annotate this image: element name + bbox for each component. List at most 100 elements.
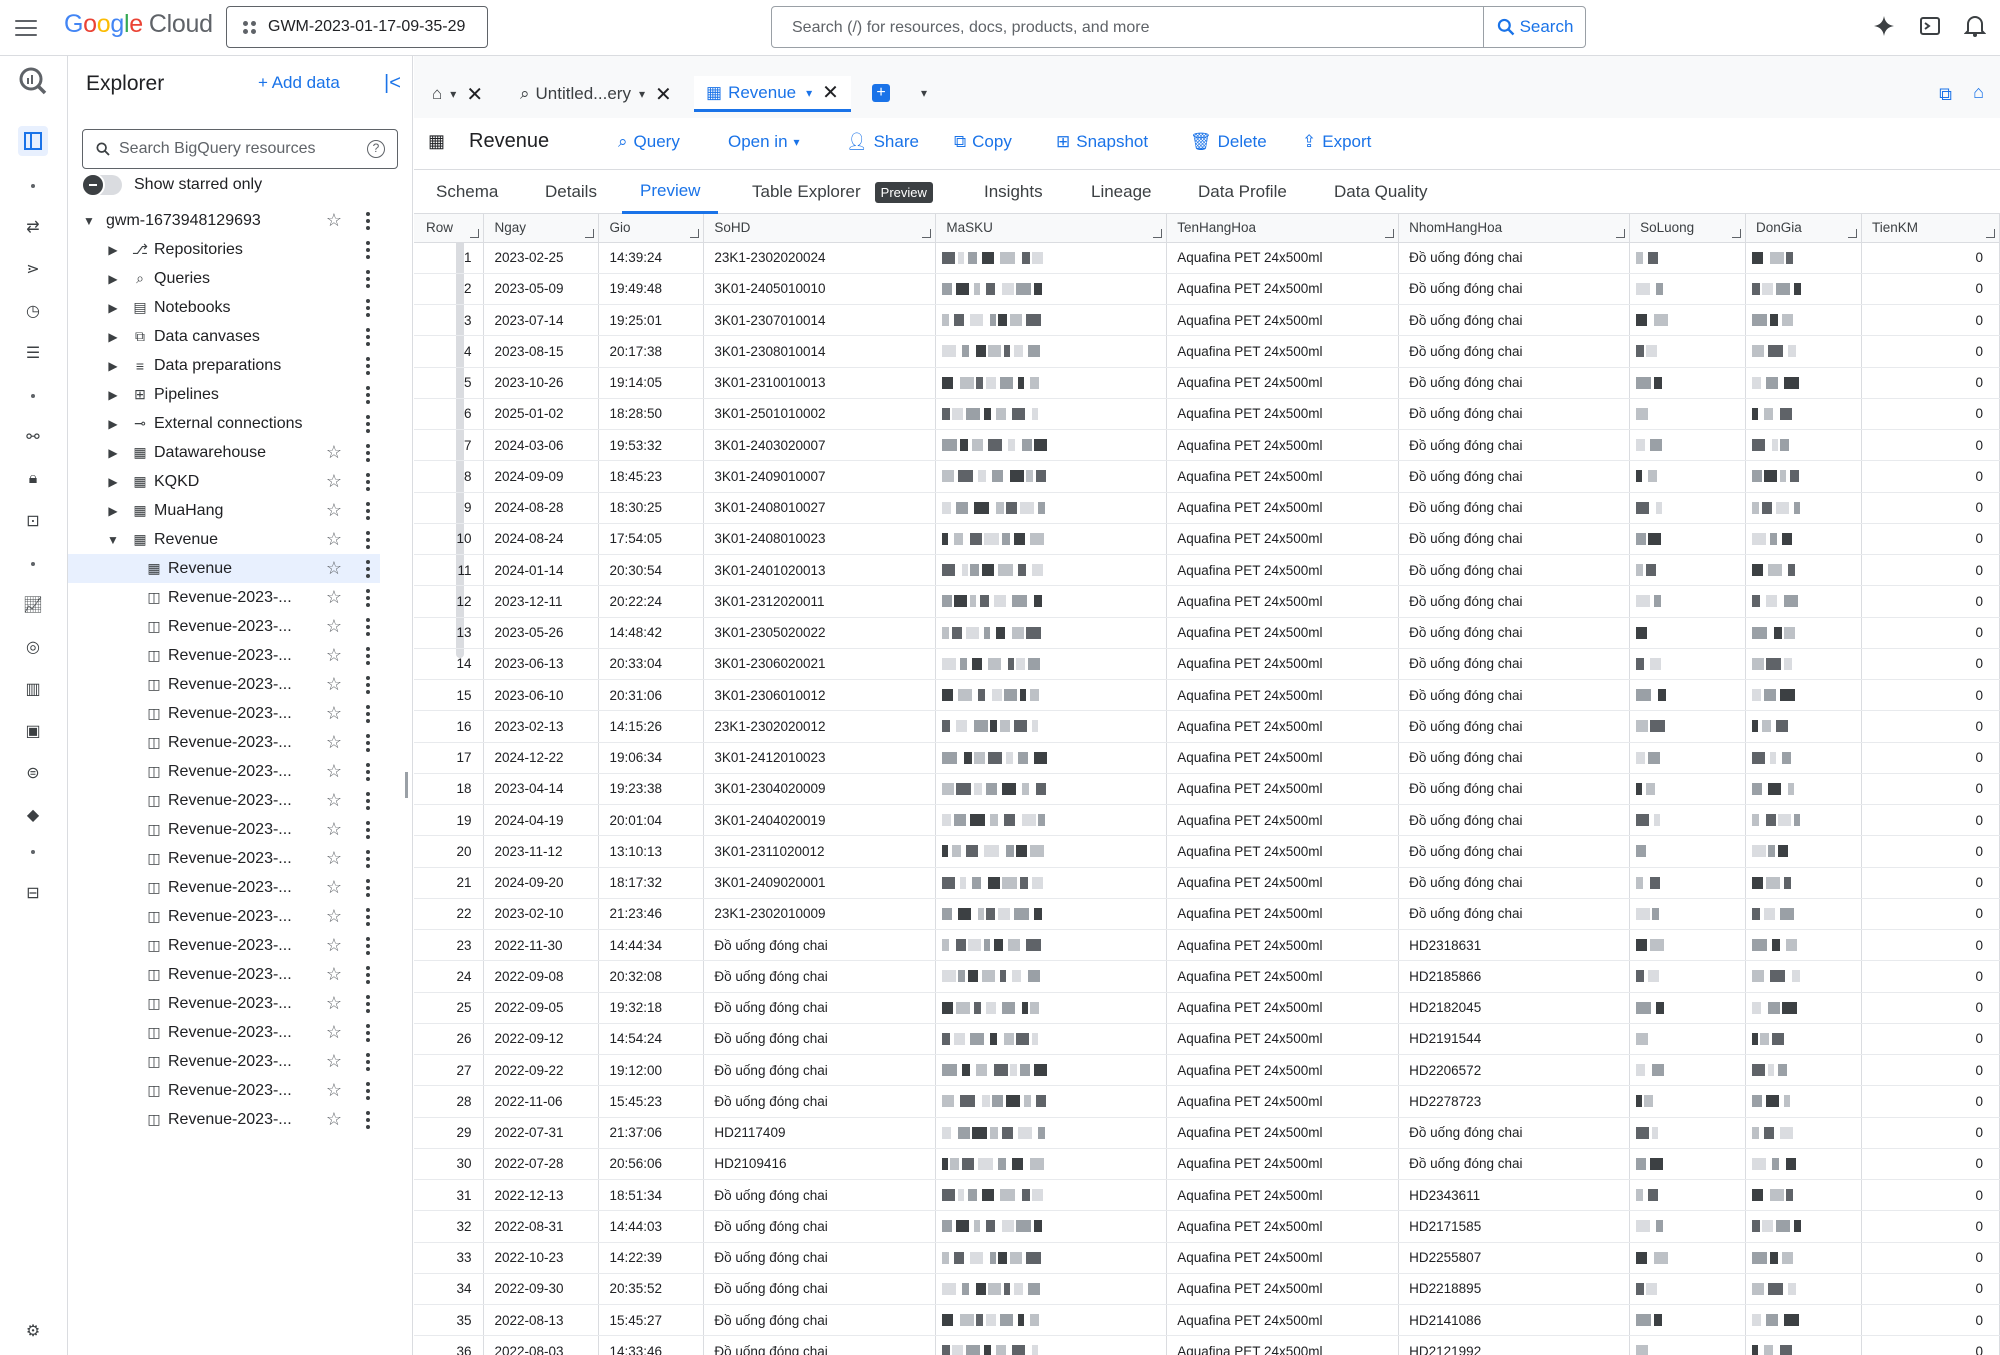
more-actions-icon[interactable] — [366, 878, 370, 897]
column-header[interactable]: SoHD — [703, 214, 937, 243]
tab-untitled-query[interactable]: ⌕ Untitled...ery ▾ ✕ — [520, 76, 672, 112]
delete-button[interactable]: 🗑︎ Delete — [1190, 132, 1267, 152]
tab-table-explorer[interactable]: Table Explorer Preview — [752, 170, 933, 214]
star-icon[interactable]: ☆ — [326, 1022, 342, 1043]
table-row[interactable]: 8 2024-09-09 18:45:23 3K01-2409010007 Aquafi… — [414, 460, 2000, 493]
tree-item[interactable]: ◫ Revenue-2023-... ☆ — [68, 931, 380, 960]
tab-preview[interactable]: Preview — [622, 170, 719, 214]
lock-icon[interactable]: 🔒︎ — [18, 464, 48, 494]
table-row[interactable]: 34 2022-09-30 20:35:52 Đồ uống đóng chai Aqu… — [414, 1273, 2000, 1306]
tree-item[interactable]: ▶ ⊞ Pipelines — [68, 380, 380, 409]
dashboard-icon[interactable]: ▥ — [18, 674, 48, 704]
tab-details[interactable]: Details — [545, 170, 597, 214]
gemini-sparkle-icon[interactable] — [1872, 14, 1896, 38]
star-icon[interactable]: ☆ — [326, 674, 342, 695]
more-actions-icon[interactable] — [366, 994, 370, 1013]
global-search[interactable]: Search (/) for resources, docs, products… — [771, 6, 1586, 48]
more-actions-icon[interactable] — [366, 530, 370, 549]
caret-down-icon[interactable]: ▼ — [82, 214, 96, 228]
list-icon[interactable]: ☰ — [18, 338, 48, 368]
close-icon[interactable]: ✕ — [655, 82, 672, 107]
column-header[interactable]: SoLuong — [1629, 214, 1747, 243]
caret-right-icon[interactable]: ▶ — [106, 475, 120, 489]
table-row[interactable]: 24 2022-09-08 20:32:08 Đồ uống đóng chai Aqu… — [414, 960, 2000, 993]
close-icon[interactable]: ✕ — [466, 82, 483, 107]
more-actions-icon[interactable] — [366, 936, 370, 955]
add-data-button[interactable]: + Add data — [258, 73, 340, 93]
tab-data-profile[interactable]: Data Profile — [1198, 170, 1287, 214]
table-row[interactable]: 23 2022-11-30 14:44:34 Đồ uống đóng chai Aqu… — [414, 929, 2000, 962]
star-icon[interactable]: ☆ — [326, 964, 342, 985]
partner-icon[interactable]: ⚯ — [18, 422, 48, 452]
tree-item[interactable]: ◫ Revenue-2023-... ☆ — [68, 1018, 380, 1047]
star-icon[interactable]: ☆ — [326, 587, 342, 608]
star-icon[interactable]: ☆ — [326, 1080, 342, 1101]
star-icon[interactable]: ☆ — [326, 761, 342, 782]
tree-item[interactable]: ▦ Revenue ☆ — [68, 554, 380, 583]
more-actions-icon[interactable] — [366, 240, 370, 259]
star-icon[interactable]: ☆ — [326, 993, 342, 1014]
query-button[interactable]: ⌕ Query — [618, 132, 680, 152]
tree-item[interactable]: ◫ Revenue-2023-... ☆ — [68, 757, 380, 786]
cloud-shell-icon[interactable] — [1918, 14, 1942, 38]
table-row[interactable]: 35 2022-08-13 15:45:27 Đồ uống đóng chai Aqu… — [414, 1304, 2000, 1337]
studio-icon[interactable] — [18, 126, 48, 156]
star-icon[interactable]: ☆ — [326, 558, 342, 579]
tree-item[interactable]: ◫ Revenue-2023-... ☆ — [68, 612, 380, 641]
scheduled-queries-icon[interactable]: ◷ — [18, 296, 48, 326]
pipelines-icon[interactable]: ⋗ — [18, 254, 48, 284]
table-row[interactable]: 20 2023-11-12 13:10:13 3K01-2311020012 Aquaf… — [414, 835, 2000, 868]
column-header[interactable]: DonGia — [1745, 214, 1862, 243]
tree-item[interactable]: ▶ ▦ KQKD ☆ — [68, 467, 380, 496]
more-actions-icon[interactable] — [366, 472, 370, 491]
column-header[interactable]: TienKM — [1861, 214, 2000, 243]
tree-item[interactable]: ▼ ▦ Revenue ☆ — [68, 525, 380, 554]
tree-item[interactable]: ◫ Revenue-2023-... ☆ — [68, 960, 380, 989]
show-starred-toggle[interactable]: Show starred only — [81, 173, 262, 197]
table-row[interactable]: 22 2023-02-10 21:23:46 23K1-2302010009 Aquaf… — [414, 898, 2000, 931]
tree-item[interactable]: ◫ Revenue-2023-... ☆ — [68, 583, 380, 612]
copy-button[interactable]: ⧉ Copy — [954, 132, 1012, 152]
tree-item[interactable]: ◫ Revenue-2023-... ☆ — [68, 815, 380, 844]
tab-home[interactable]: ⌂ ▾ ✕ — [432, 76, 483, 112]
search-button[interactable]: Search — [1483, 7, 1585, 47]
star-icon[interactable]: ☆ — [326, 935, 342, 956]
caret-right-icon[interactable]: ▶ — [106, 417, 120, 431]
table-row[interactable]: 5 2023-10-26 19:14:05 3K01-2310010013 Aquafi… — [414, 367, 2000, 399]
tree-item[interactable]: ◫ Revenue-2023-... ☆ — [68, 641, 380, 670]
caret-right-icon[interactable]: ▶ — [106, 272, 120, 286]
table-row[interactable]: 3 2023-07-14 19:25:01 3K01-2307010014 Aquafi… — [414, 304, 2000, 337]
table-row[interactable]: 28 2022-11-06 15:45:23 Đồ uống đóng chai Aqu… — [414, 1085, 2000, 1118]
star-icon[interactable]: ☆ — [326, 703, 342, 724]
tree-item[interactable]: ▶ ≡ Data preparations — [68, 351, 380, 380]
more-actions-icon[interactable] — [366, 414, 370, 433]
tree-item[interactable]: ▶ ⧉ Data canvases — [68, 322, 380, 351]
release-notes-icon[interactable]: ⊟ — [18, 878, 48, 908]
table-row[interactable]: 26 2022-09-12 14:54:24 Đồ uống đóng chai Aqu… — [414, 1023, 2000, 1056]
more-actions-icon[interactable] — [366, 356, 370, 375]
more-actions-icon[interactable] — [366, 559, 370, 578]
star-icon[interactable]: ☆ — [326, 1051, 342, 1072]
monitoring-icon[interactable]: 📈︎ — [18, 590, 48, 620]
more-actions-icon[interactable] — [366, 820, 370, 839]
tree-item[interactable]: ◫ Revenue-2023-... ☆ — [68, 1105, 380, 1134]
tab-lineage[interactable]: Lineage — [1091, 170, 1152, 214]
caret-right-icon[interactable]: ▶ — [106, 388, 120, 402]
star-icon[interactable]: ☆ — [326, 1109, 342, 1130]
star-icon[interactable]: ☆ — [326, 819, 342, 840]
star-icon[interactable]: ☆ — [326, 500, 342, 521]
caret-right-icon[interactable]: ▶ — [106, 243, 120, 257]
tree-item[interactable]: ▼ gwm-1673948129693 ☆ — [68, 206, 380, 235]
more-actions-icon[interactable] — [366, 588, 370, 607]
table-row[interactable]: 2 2023-05-09 19:49:48 3K01-2405010010 Aquafi… — [414, 273, 2000, 306]
caret-right-icon[interactable]: ▶ — [106, 504, 120, 518]
table-row[interactable]: 4 2023-08-15 20:17:38 3K01-2308010014 Aquafi… — [414, 335, 2000, 368]
more-actions-icon[interactable] — [366, 501, 370, 520]
table-row[interactable]: 27 2022-09-22 19:12:00 Đồ uống đóng chai Aqu… — [414, 1054, 2000, 1087]
more-actions-icon[interactable] — [366, 1081, 370, 1100]
table-row[interactable]: 11 2024-01-14 20:30:54 3K01-2401020013 Aquaf… — [414, 554, 2000, 587]
tree-item[interactable]: ▶ ⌕ Queries — [68, 264, 380, 293]
tree-item[interactable]: ◫ Revenue-2023-... ☆ — [68, 786, 380, 815]
caret-right-icon[interactable]: ▶ — [106, 359, 120, 373]
table-row[interactable]: 17 2024-12-22 19:06:34 3K01-2412010023 Aquaf… — [414, 742, 2000, 774]
